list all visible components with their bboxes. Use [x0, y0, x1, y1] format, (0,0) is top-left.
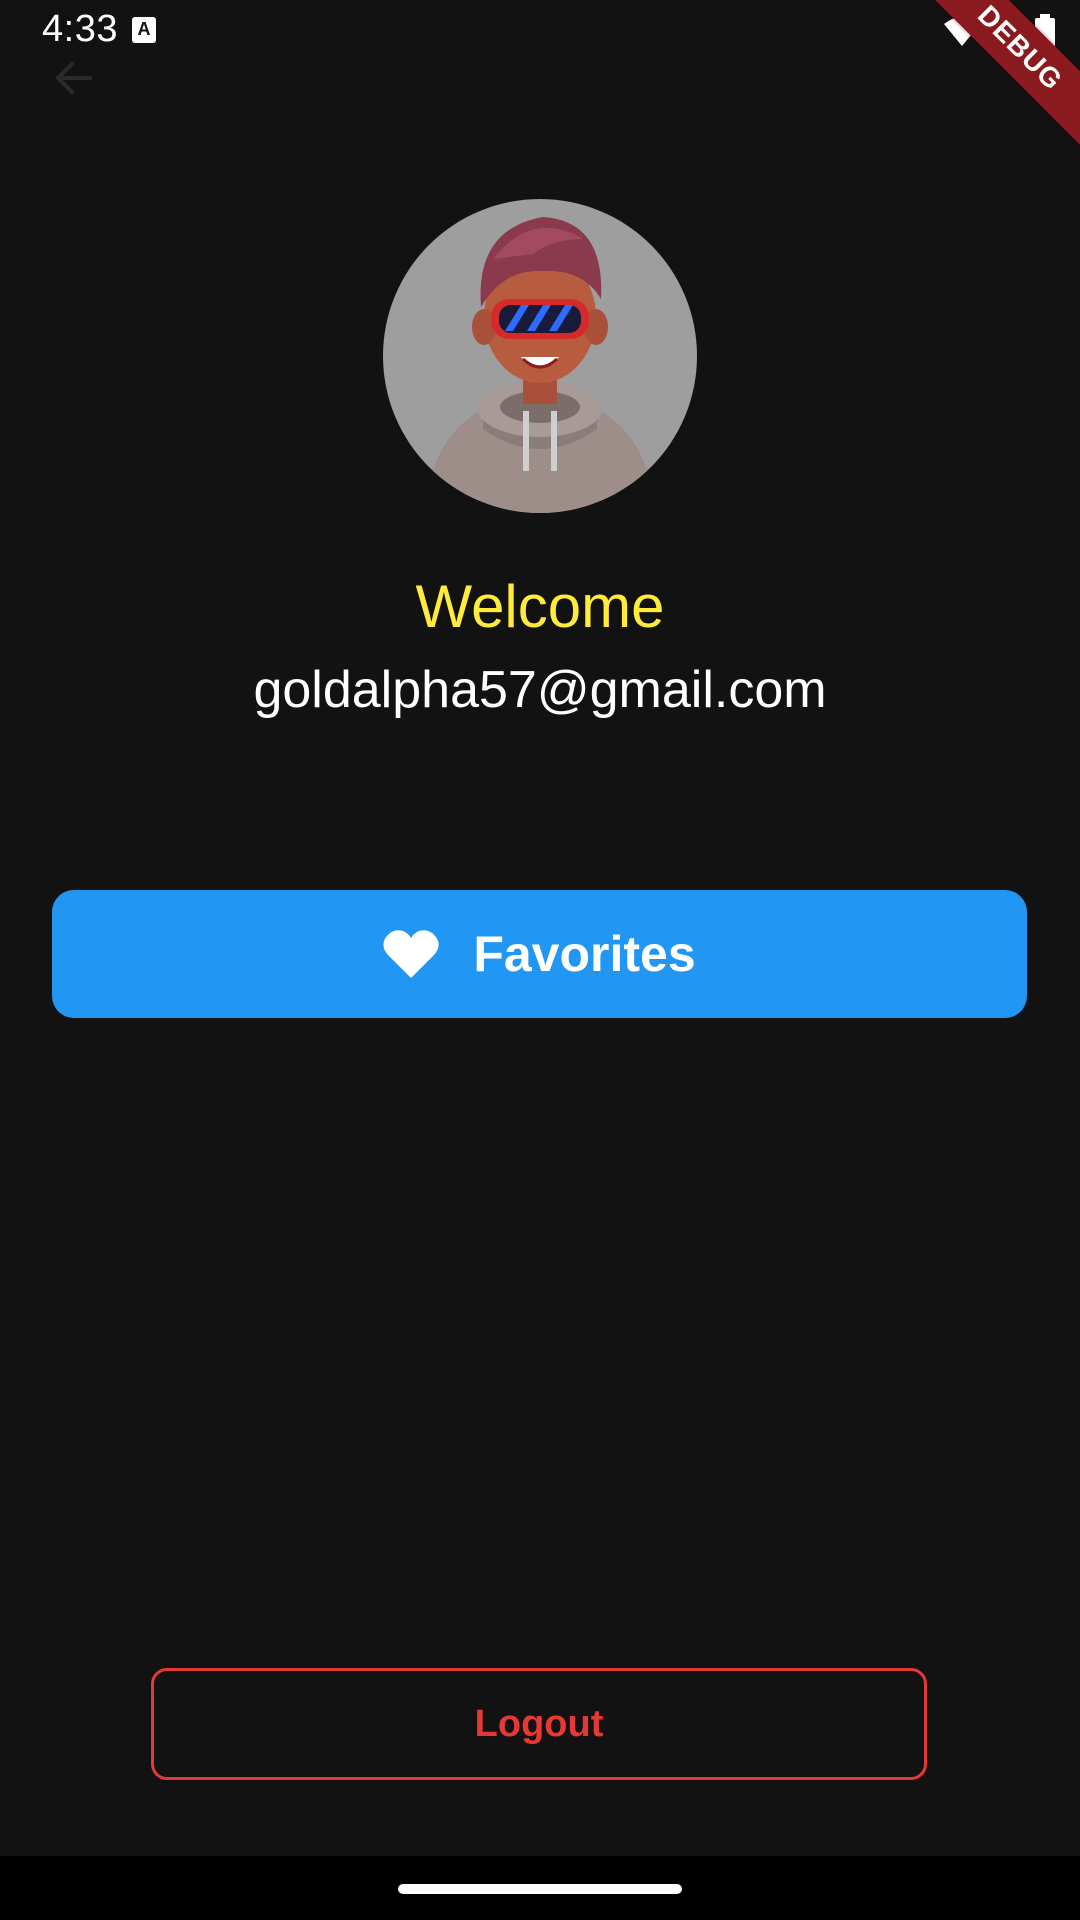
avatar-character-icon	[423, 217, 657, 513]
favorites-label: Favorites	[473, 926, 696, 982]
avatar	[383, 199, 697, 513]
user-email: goldalpha57@gmail.com	[253, 661, 827, 719]
welcome-title: Welcome	[415, 573, 665, 640]
heart-icon	[383, 930, 439, 978]
arrow-back-icon	[55, 61, 92, 95]
logout-label: Logout	[474, 1702, 604, 1745]
logout-button[interactable]: Logout	[151, 1668, 927, 1780]
favorites-button[interactable]: Favorites	[52, 890, 1027, 1018]
back-button[interactable]	[46, 50, 102, 106]
status-time: 4:33	[42, 8, 118, 50]
status-bar: 4:33 A	[0, 0, 1080, 62]
keyboard-notification-icon: A	[132, 17, 156, 43]
home-indicator[interactable]	[398, 1884, 682, 1894]
navigation-bar	[0, 1856, 1080, 1920]
